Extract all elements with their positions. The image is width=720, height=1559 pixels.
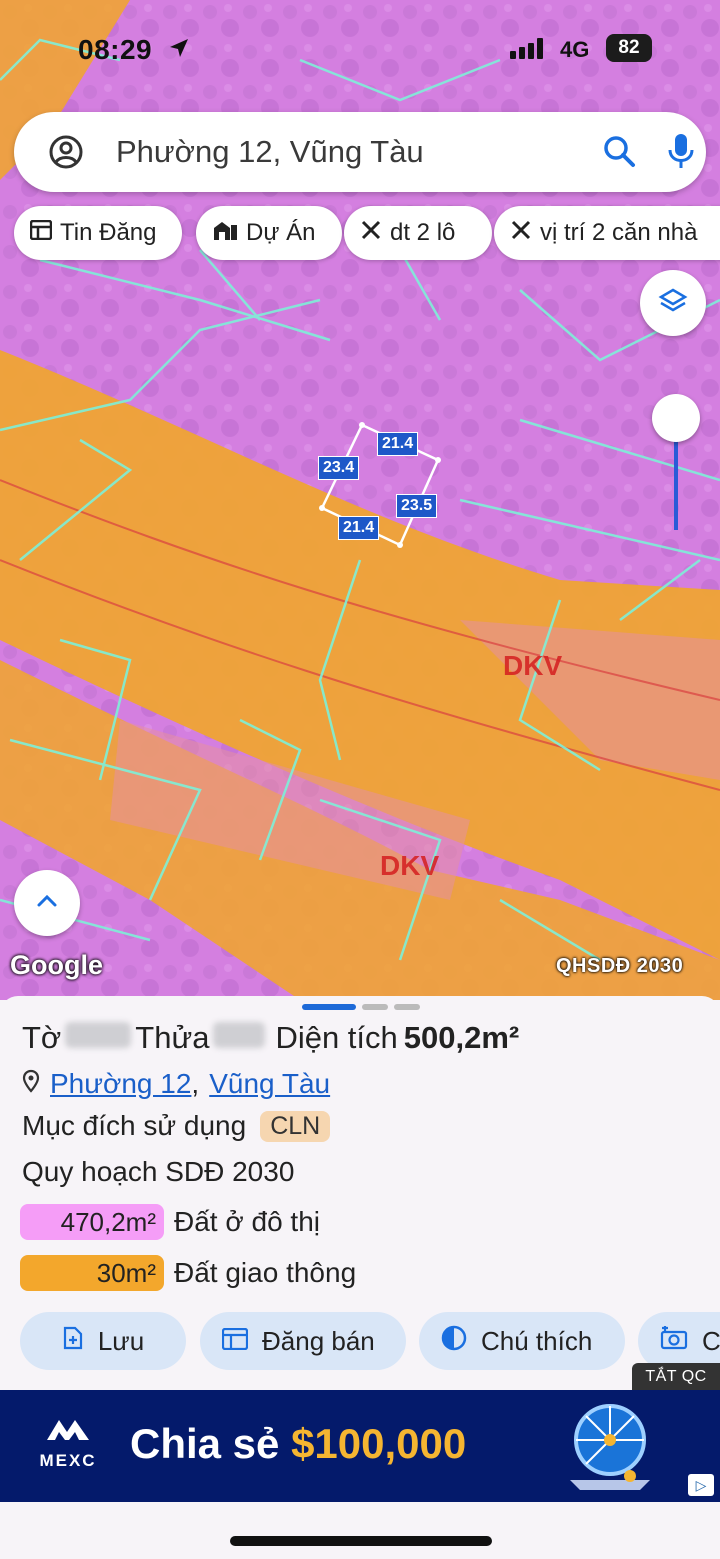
- ad-choices-icon[interactable]: ▷: [688, 1474, 714, 1496]
- chip-tin-dang[interactable]: Tin Đăng: [14, 206, 182, 260]
- dimension-label: 23.5: [396, 494, 438, 518]
- zone-name: Đất ở đô thị: [174, 1206, 320, 1237]
- redacted-plot-number: [213, 1022, 266, 1048]
- city-link[interactable]: Vũng Tàu: [209, 1068, 330, 1100]
- ad-logo-text: MEXC: [39, 1451, 97, 1470]
- battery-indicator: 82: [606, 34, 652, 62]
- sheet-label: Tờ: [22, 1020, 62, 1055]
- zone-label-dkv: DKV: [380, 850, 440, 881]
- chip-label: Dự Án: [246, 219, 316, 246]
- area-label: Diện tích: [275, 1020, 398, 1055]
- filter-chips: Tin Đăng Dự Án dt 2 lô vị trí 2 căn nhà: [14, 206, 720, 260]
- search-icon[interactable]: [602, 134, 636, 173]
- expand-sheet-button[interactable]: [14, 870, 80, 936]
- parcel-info-sheet[interactable]: Tờ Thửa Diện tích 500,2m² Phường 12, Vũn…: [0, 996, 720, 1390]
- land-purpose: Mục đích sử dụng CLN: [22, 1110, 331, 1142]
- listing-icon: [29, 219, 53, 247]
- area-value: 500,2m²: [403, 1020, 520, 1055]
- plan-label: Quy hoạch SDĐ 2030: [22, 1156, 295, 1187]
- ad-amount: $100,000: [291, 1420, 467, 1467]
- plot-label: Thửa: [135, 1020, 210, 1055]
- chip-dt-2-lo[interactable]: dt 2 lô: [344, 206, 492, 260]
- zone-label-dkv: DKV: [503, 650, 563, 681]
- camera-icon: [660, 1324, 688, 1357]
- project-icon: [212, 219, 238, 248]
- post-sale-label: Đăng bán: [262, 1325, 375, 1356]
- photo-label: C: [702, 1325, 720, 1356]
- legend-label: Chú thích: [481, 1325, 593, 1356]
- ward-link[interactable]: Phường 12: [50, 1068, 191, 1100]
- chip-label: dt 2 lô: [390, 219, 456, 246]
- save-label: Lưu: [97, 1325, 145, 1356]
- save-button[interactable]: Lưu: [20, 1312, 186, 1370]
- search-bar[interactable]: Phường 12, Vũng Tàu: [14, 112, 706, 192]
- ad-headline-text: Chia sẻ: [130, 1420, 280, 1467]
- close-ad-button[interactable]: TẮT QC: [632, 1363, 720, 1391]
- chip-label: Tin Đăng: [60, 219, 157, 246]
- legend-icon: [441, 1325, 467, 1358]
- zone-name: Đất giao thông: [174, 1257, 357, 1288]
- prize-wheel-graphic: [560, 1400, 660, 1497]
- dimension-label: 21.4: [338, 516, 380, 540]
- zone-row-residential: 470,2m² Đất ở đô thị: [20, 1204, 320, 1240]
- location-separator: ,: [191, 1068, 200, 1099]
- dimension-label: 23.4: [318, 456, 360, 480]
- photo-button[interactable]: C: [638, 1312, 720, 1370]
- bookmark-plus-icon: [62, 1326, 84, 1357]
- dimension-label: 21.4: [377, 432, 419, 456]
- purpose-label: Mục đích sử dụng: [22, 1110, 247, 1141]
- chip-du-an[interactable]: Dự Án: [196, 206, 342, 260]
- location-arrow-icon: [168, 37, 190, 64]
- home-indicator: [230, 1536, 492, 1546]
- parcel-location: Phường 12, Vũng Tàu: [22, 1068, 330, 1100]
- chip-vi-tri[interactable]: vị trí 2 căn nhà: [494, 206, 720, 260]
- location-pin-icon: [22, 1068, 40, 1100]
- measure-icon: [360, 219, 382, 248]
- layers-button[interactable]: [640, 270, 706, 336]
- ad-banner[interactable]: MEXC Chia sẻ $100,000 ▷: [0, 1390, 720, 1502]
- layers-icon: [658, 286, 688, 321]
- google-logo: Google: [10, 950, 103, 980]
- signal-icon: [510, 37, 543, 59]
- mexc-logo: MEXC: [36, 1416, 100, 1471]
- redacted-sheet-number: [65, 1022, 132, 1048]
- parcel-title: Tờ Thửa Diện tích 500,2m²: [22, 1020, 519, 1056]
- chip-label: vị trí 2 căn nhà: [540, 219, 698, 246]
- sheet-pager[interactable]: [302, 1004, 420, 1010]
- network-type: 4G: [560, 37, 590, 62]
- post-sale-button[interactable]: Đăng bán: [200, 1312, 406, 1370]
- map-layer-badge: QHSDĐ 2030: [556, 955, 684, 977]
- search-input[interactable]: Phường 12, Vũng Tàu: [116, 134, 424, 170]
- ad-headline: Chia sẻ $100,000: [130, 1420, 466, 1468]
- account-icon[interactable]: [48, 134, 84, 175]
- action-buttons: Lưu Đăng bán Chú thích C: [20, 1312, 720, 1370]
- zone-row-transport: 30m² Đất giao thông: [20, 1255, 356, 1291]
- mic-icon[interactable]: [666, 132, 696, 175]
- purpose-code-badge: CLN: [260, 1110, 331, 1142]
- status-bar: 08:29 4G 82: [0, 0, 720, 98]
- zone-area-chip: 30m²: [20, 1255, 164, 1291]
- legend-button[interactable]: Chú thích: [419, 1312, 625, 1370]
- opacity-slider-thumb[interactable]: [652, 394, 700, 442]
- status-time: 08:29: [78, 34, 153, 65]
- zone-area-chip: 470,2m²: [20, 1204, 164, 1240]
- listing-icon: [221, 1326, 249, 1357]
- measure-icon: [510, 219, 532, 248]
- chevron-up-icon: [35, 893, 59, 914]
